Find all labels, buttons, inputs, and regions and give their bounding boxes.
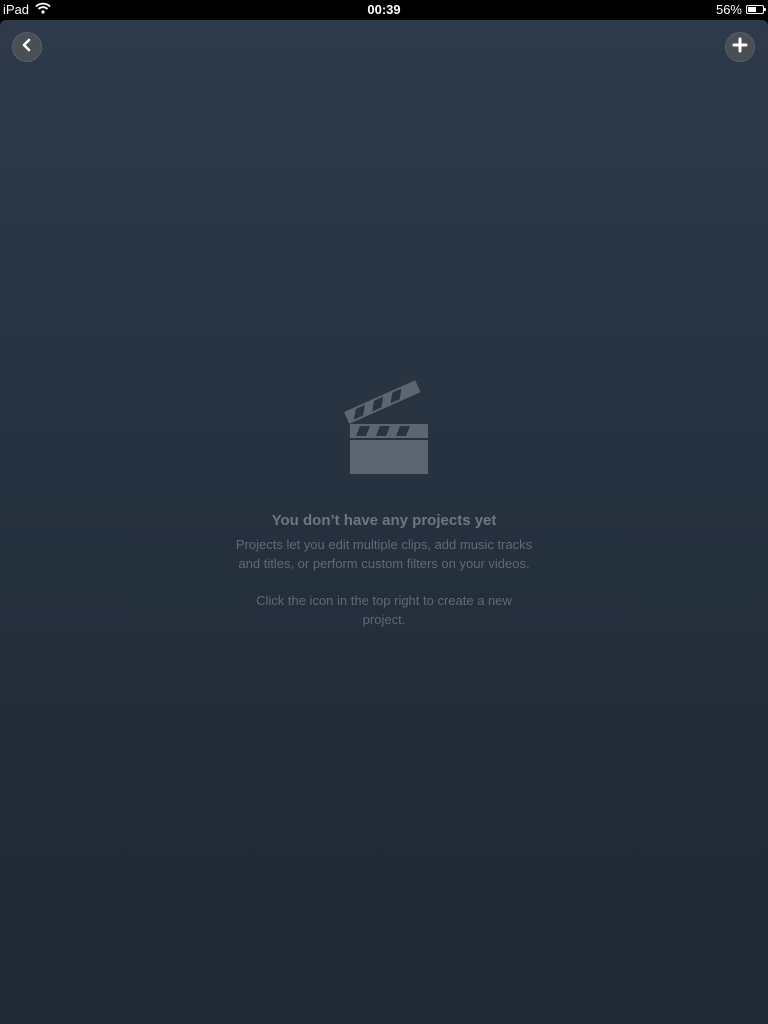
empty-state-title: You don’t have any projects yet <box>271 512 497 529</box>
empty-state-hint: Click the icon in the top right to creat… <box>256 593 512 627</box>
status-right: 56% <box>715 2 766 17</box>
battery-level <box>748 7 756 12</box>
plus-icon <box>732 37 748 58</box>
status-time: 00:39 <box>367 2 401 17</box>
chevron-left-icon <box>20 38 34 57</box>
projects-screen: You don’t have any projects yet Projects… <box>0 20 768 1024</box>
add-project-button[interactable] <box>725 32 755 62</box>
empty-state: You don’t have any projects yet Projects… <box>0 370 768 629</box>
status-bar: iPad 00:39 56% <box>0 0 768 20</box>
battery-percent: 56% <box>715 2 742 17</box>
clapperboard-icon <box>0 370 768 480</box>
battery-icon <box>746 5 766 14</box>
empty-state-description: Projects let you edit multiple clips, ad… <box>235 537 533 571</box>
back-button[interactable] <box>12 32 42 62</box>
